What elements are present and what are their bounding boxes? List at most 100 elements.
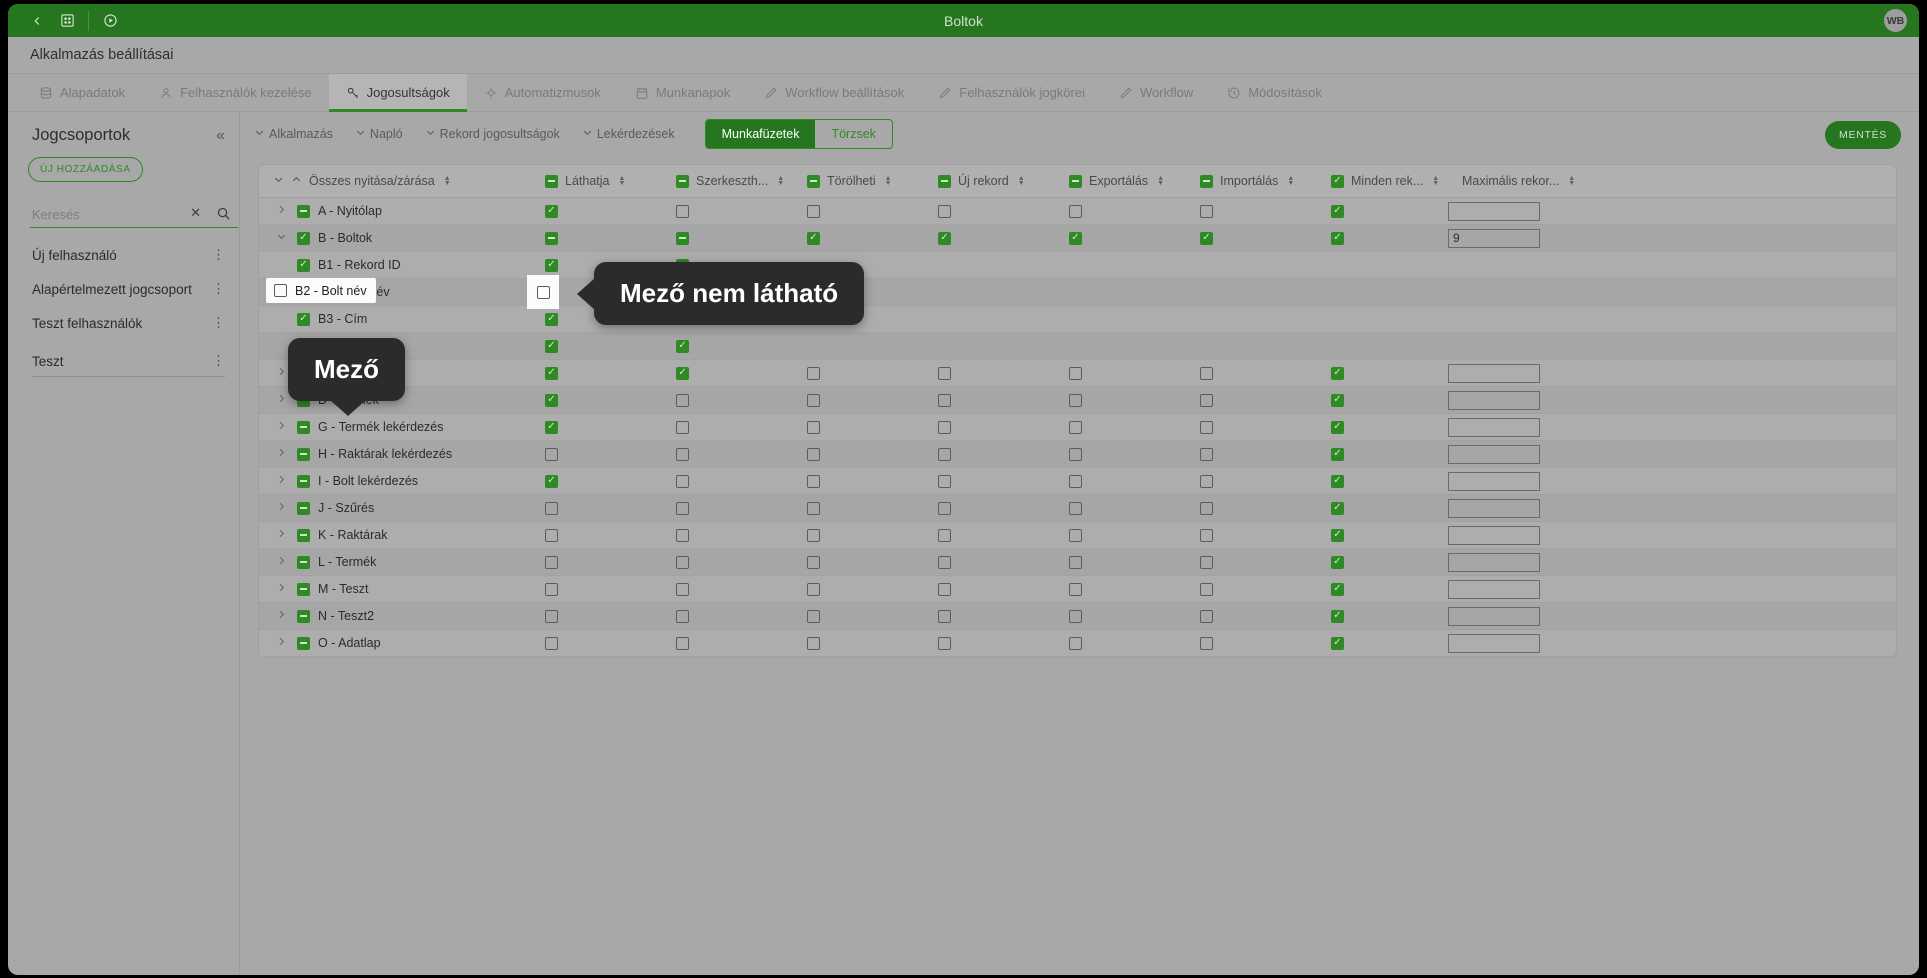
max-records-input[interactable] <box>1448 525 1540 545</box>
permission-checkbox[interactable] <box>676 366 689 380</box>
chevron-right-icon[interactable] <box>273 447 289 461</box>
row-label-cell[interactable]: G - Termék lekérdezés <box>259 413 531 441</box>
permission-checkbox[interactable] <box>1069 582 1082 596</box>
permission-checkbox[interactable] <box>1331 231 1344 245</box>
permission-checkbox[interactable] <box>1331 528 1344 542</box>
permission-checkbox[interactable] <box>1069 501 1082 515</box>
permission-checkbox[interactable] <box>807 447 820 461</box>
permission-checkbox[interactable] <box>807 366 820 380</box>
column-header-export-l-s[interactable]: Exportálás ▲ ▼ <box>1055 165 1186 198</box>
row-label-cell[interactable]: H - Raktárak lekérdezés <box>259 440 531 468</box>
permission-checkbox[interactable] <box>938 528 951 542</box>
permission-cell[interactable] <box>1055 386 1186 414</box>
permission-checkbox[interactable] <box>1331 204 1344 218</box>
row-node-checkbox[interactable] <box>297 312 310 326</box>
row-label-cell[interactable]: K - Raktárak <box>259 521 531 549</box>
permission-cell[interactable] <box>793 332 924 360</box>
permission-cell[interactable] <box>662 521 793 549</box>
permission-cell[interactable] <box>924 305 1055 333</box>
expand-all-icon[interactable] <box>273 174 284 188</box>
max-records-input[interactable] <box>1448 579 1540 599</box>
max-records-cell[interactable] <box>1448 494 1896 522</box>
row-node-checkbox[interactable] <box>297 501 310 515</box>
highlight-lathatja-b2[interactable] <box>527 275 559 309</box>
permission-checkbox[interactable] <box>1200 231 1213 245</box>
permission-checkbox[interactable] <box>807 474 820 488</box>
permission-checkbox[interactable] <box>1069 555 1082 569</box>
sort-arrows-icon[interactable]: ▲ ▼ <box>618 175 625 187</box>
permission-checkbox[interactable] <box>938 582 951 596</box>
permission-cell[interactable] <box>531 629 662 657</box>
permission-checkbox[interactable] <box>807 420 820 434</box>
permission-checkbox[interactable] <box>1200 447 1213 461</box>
table-row[interactable]: K - Raktárak <box>259 521 1896 549</box>
max-records-cell[interactable] <box>1448 224 1896 252</box>
permission-cell[interactable] <box>1055 332 1186 360</box>
permission-cell[interactable] <box>1055 251 1186 279</box>
table-row[interactable]: B - Boltok <box>259 224 1896 252</box>
permission-checkbox[interactable] <box>545 609 558 623</box>
permission-checkbox[interactable] <box>1200 555 1213 569</box>
permission-checkbox[interactable] <box>807 636 820 650</box>
permission-cell[interactable] <box>1317 494 1448 522</box>
permission-checkbox[interactable] <box>1069 528 1082 542</box>
permission-cell[interactable] <box>1317 278 1448 306</box>
max-records-input[interactable] <box>1448 606 1540 626</box>
max-records-cell[interactable] <box>1448 602 1896 630</box>
row-node-checkbox[interactable] <box>297 231 310 245</box>
permission-cell[interactable] <box>1186 359 1317 387</box>
table-row[interactable]: J - Szűrés <box>259 494 1896 522</box>
max-records-input[interactable] <box>1448 363 1540 383</box>
permission-cell[interactable] <box>1055 413 1186 441</box>
max-records-input[interactable] <box>1448 552 1540 572</box>
tab-workflow-be-ll-t-sok[interactable]: Workflow beállítások <box>747 74 921 111</box>
permission-cell[interactable] <box>793 548 924 576</box>
permission-checkbox[interactable] <box>1069 636 1082 650</box>
permission-cell[interactable] <box>1186 602 1317 630</box>
permission-cell[interactable] <box>662 359 793 387</box>
row-label-cell[interactable]: B3 - Cím <box>259 305 531 333</box>
permission-checkbox[interactable] <box>807 528 820 542</box>
permission-cell[interactable] <box>793 521 924 549</box>
permission-checkbox[interactable] <box>676 474 689 488</box>
row-label-cell[interactable]: B - Boltok <box>259 224 531 252</box>
row-label-cell[interactable]: N - Teszt2 <box>259 602 531 630</box>
permission-cell[interactable] <box>1055 440 1186 468</box>
permission-cell[interactable] <box>1317 413 1448 441</box>
permission-cell[interactable] <box>531 197 662 225</box>
permission-cell[interactable] <box>1317 575 1448 603</box>
search-input[interactable] <box>30 204 238 228</box>
permission-checkbox[interactable] <box>938 474 951 488</box>
grid-apps-icon[interactable] <box>52 8 82 34</box>
column-header-l-thatja[interactable]: Láthatja ▲ ▼ <box>531 165 662 198</box>
max-records-cell[interactable] <box>1448 278 1896 306</box>
table-row[interactable]: C - Bolt <box>259 359 1896 387</box>
permission-cell[interactable] <box>924 386 1055 414</box>
collapse-all-icon[interactable] <box>291 174 302 188</box>
permission-checkbox[interactable] <box>545 501 558 515</box>
permission-checkbox[interactable] <box>676 231 689 245</box>
permission-checkbox[interactable] <box>1331 555 1344 569</box>
permission-cell[interactable] <box>924 251 1055 279</box>
permission-checkbox[interactable] <box>545 366 558 380</box>
permission-checkbox[interactable] <box>938 393 951 407</box>
permission-cell[interactable] <box>924 575 1055 603</box>
chevron-right-icon[interactable] <box>273 636 289 650</box>
permission-checkbox[interactable] <box>545 231 558 245</box>
header-checkbox[interactable] <box>938 174 951 188</box>
avatar[interactable]: WB <box>1884 9 1907 32</box>
permission-cell[interactable] <box>1186 197 1317 225</box>
permission-checkbox[interactable] <box>938 501 951 515</box>
permission-checkbox[interactable] <box>1200 204 1213 218</box>
permission-checkbox[interactable] <box>676 393 689 407</box>
permission-cell[interactable] <box>924 548 1055 576</box>
table-row[interactable]: M - Teszt <box>259 575 1896 603</box>
permission-checkbox[interactable] <box>807 393 820 407</box>
permission-checkbox[interactable] <box>676 339 689 353</box>
permission-cell[interactable] <box>531 332 662 360</box>
kebab-menu-icon[interactable]: ⋮ <box>212 281 225 297</box>
permission-cell[interactable] <box>924 629 1055 657</box>
permission-cell[interactable] <box>1317 224 1448 252</box>
permission-cell[interactable] <box>531 359 662 387</box>
table-row[interactable]: D - Termék <box>259 386 1896 414</box>
